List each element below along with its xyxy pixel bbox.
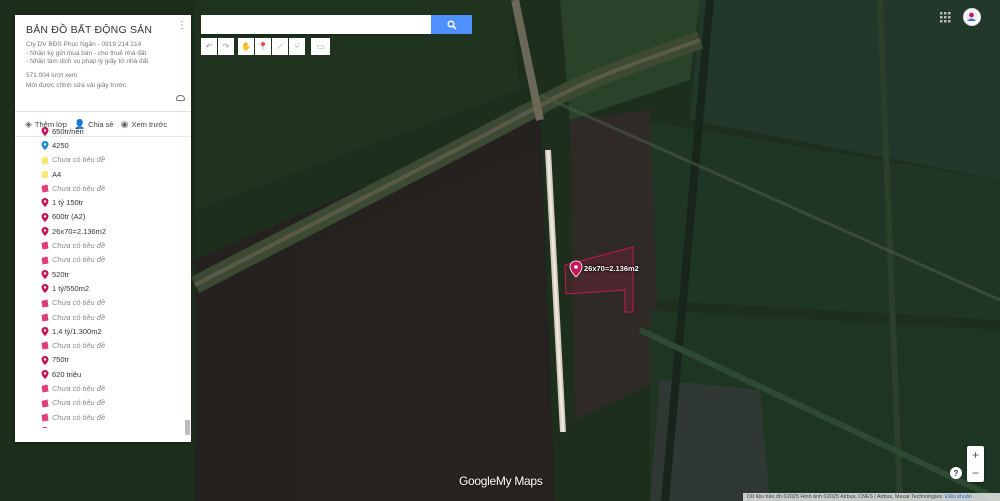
list-item-label: 4250 [52,140,69,150]
polygon-shape-icon [41,256,49,265]
list-item[interactable]: Chưa có tiêu đề [15,296,191,310]
place-marker-icon [41,355,49,365]
list-item[interactable]: A4 [15,167,191,181]
list-item[interactable]: Chưa có tiêu đề [15,181,191,195]
list-item-label: 750tr [52,355,70,365]
place-marker-icon [42,427,48,428]
list-item[interactable]: 600tr (A2) [15,210,191,224]
map-description[interactable]: Cty DV BĐS Phúc Ngân - 0919 214 214 - Nh… [26,41,180,67]
list-item-label: 1 tỷ/550m2 [52,283,90,293]
list-item[interactable]: 550tr [15,424,191,428]
polygon-shape-icon [41,341,49,350]
place-marker-icon [41,227,49,237]
search-input[interactable] [201,15,431,34]
polygon-shape-icon [41,399,49,408]
directions-icon[interactable]: ⑂ [289,38,305,55]
panel-header: BẢN ĐỒ BẤT ĐỘNG SẢN Cty DV BĐS Phúc Ngân… [15,15,191,112]
list-item[interactable]: 750tr [15,353,191,367]
list-item-label: 1 tỷ 150tr [52,198,84,208]
apps-grid-icon[interactable] [940,12,951,23]
list-item[interactable]: Chưa có tiêu đề [15,310,191,324]
polygon-shape-icon [41,241,49,250]
list-item-label: 520tr [52,269,70,279]
map-attribution: Dữ liệu bản đồ ©2025 Hình ảnh ©2025 Airb… [743,493,1000,501]
polygon-shape-icon [41,384,49,393]
cloud-saved-icon [176,95,185,101]
list-item[interactable]: 1 tỷ/550m2 [15,281,191,295]
list-item-label: Chưa có tiêu đề [52,255,106,265]
list-item[interactable]: 1,4 tỷ/1.300m2 [15,324,191,338]
search-icon [446,19,457,30]
zoom-out-button[interactable]: − [967,464,984,482]
list-item-label: Chưa có tiêu đề [52,312,106,322]
redo-icon[interactable]: ↷ [218,38,234,55]
list-item-label: Chưa có tiêu đề [52,155,106,165]
undo-icon[interactable]: ↶ [201,38,217,55]
list-item-label: Chưa có tiêu đề [52,183,106,193]
polygon-shape-icon [41,184,49,193]
terms-link[interactable]: Điều khoản [945,494,972,500]
zoom-control: + − [967,446,984,482]
map-title[interactable]: BẢN ĐỒ BẤT ĐỘNG SẢN [26,24,180,36]
list-item[interactable]: Chưa có tiêu đề [15,338,191,352]
list-item-label: Chưa có tiêu đề [52,298,106,308]
place-marker-icon [41,127,49,136]
list-item[interactable]: Chưa có tiêu đề [15,396,191,410]
list-item[interactable]: 520tr [15,267,191,281]
scrollbar-thumb[interactable] [185,420,190,435]
list-item-label: 650tr/nền [52,126,84,136]
list-item[interactable]: 1 tỷ 150tr [15,195,191,209]
list-item[interactable]: 4250 [15,138,191,152]
list-item-label: Chưa có tiêu đề [52,398,106,408]
google-my-maps-logo: GoogleMy Maps [459,474,543,488]
place-marker-icon [41,370,49,380]
polygon-shape-icon [41,156,49,165]
place-marker-icon [41,141,49,151]
more-options-icon[interactable]: ⋮ [177,21,187,36]
map-toolbar: ↶ ↷ ✋ 📍 ⟋ ⑂ ▭ [201,38,331,55]
avatar-image [965,10,978,23]
polygon-shape-icon [41,313,49,322]
polygon-shape-icon [41,299,49,308]
list-item[interactable]: Chưa có tiêu đề [15,253,191,267]
list-item[interactable]: Chưa có tiêu đề [15,410,191,424]
list-item-label: Chưa có tiêu đề [52,383,106,393]
list-item[interactable]: Chưa có tiêu đề [15,238,191,252]
place-marker-icon [41,284,49,294]
map-legend-panel: BẢN ĐỒ BẤT ĐỘNG SẢN Cty DV BĐS Phúc Ngân… [15,15,191,442]
feature-list: 650tr/nền 4250 Chưa có tiêu đề A4 Chưa có ti… [15,124,191,428]
list-item[interactable]: 650tr/nền [15,124,191,138]
list-item-label: Chưa có tiêu đề [52,341,106,351]
help-icon[interactable]: ? [950,467,962,479]
list-item[interactable]: Chưa có tiêu đề [15,153,191,167]
place-marker-icon [41,212,49,222]
place-marker-icon [41,198,49,208]
draw-line-icon[interactable]: ⟋ [272,38,288,55]
place-marker-icon [41,327,49,337]
last-edited: Mới được chỉnh sửa vài giây trước [26,81,127,89]
polygon-shape-icon [41,413,49,422]
list-item[interactable]: 26x70=2.136m2 [15,224,191,238]
zoom-in-button[interactable]: + [967,446,984,464]
list-item[interactable]: Chưa có tiêu đề [15,381,191,395]
list-item-label: 550tr [52,427,69,428]
list-item-label: 1,4 tỷ/1.300m2 [52,326,102,336]
list-item-label: A4 [52,169,62,179]
list-item-label: 600tr (A2) [52,212,86,222]
view-count: 571.004 lượt xem [26,71,78,79]
list-item-label: Chưa có tiêu đề [52,241,106,251]
list-item-label: Chưa có tiêu đề [52,412,106,422]
search-button[interactable] [431,15,472,34]
account-avatar[interactable] [963,8,981,26]
add-marker-icon[interactable]: 📍 [255,38,271,55]
list-item-label: 620 triệu [52,369,82,379]
plot-label: 26x70=2.136m2 [584,264,639,273]
ruler-icon[interactable]: ▭ [311,38,330,55]
place-marker-icon [41,269,49,279]
list-item-label: 26x70=2.136m2 [52,226,107,236]
polygon-shape-icon [41,170,49,179]
hand-pan-icon[interactable]: ✋ [238,38,254,55]
list-item[interactable]: 620 triệu [15,367,191,381]
